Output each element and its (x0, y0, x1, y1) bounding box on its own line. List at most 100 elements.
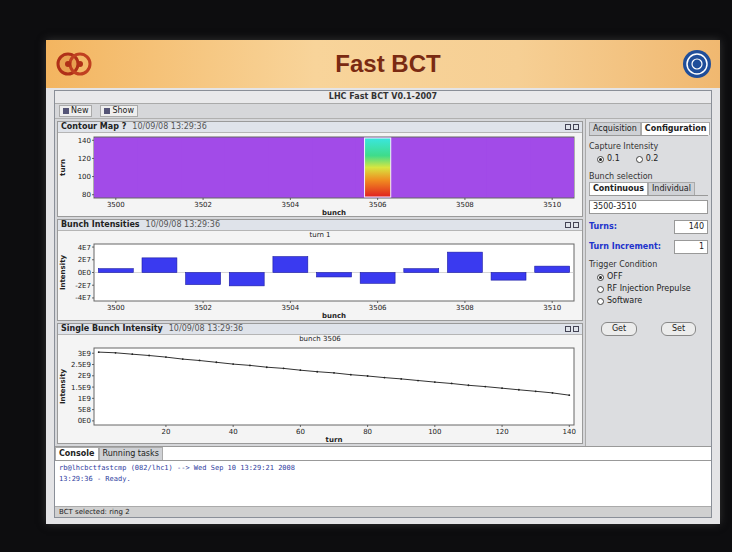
x-tick-label: 3508 (456, 304, 474, 312)
intensity-bar (360, 273, 395, 284)
panel-icons (565, 326, 579, 332)
x-axis-title: turn (326, 436, 343, 443)
x-tick-label: 3508 (456, 201, 474, 209)
data-point (568, 394, 570, 396)
x-tick-label: 3500 (107, 201, 125, 209)
bunch-tab[interactable]: Continuous (589, 182, 648, 195)
tick-mark (92, 285, 94, 286)
x-tick-label: 3510 (543, 304, 561, 312)
intensity-bar (229, 273, 264, 286)
detach-icon[interactable] (565, 222, 571, 228)
maximize-icon[interactable] (573, 222, 579, 228)
data-point (451, 382, 453, 384)
heatmap-cell (487, 138, 531, 197)
tick-mark (92, 353, 94, 354)
config-tab[interactable]: Acquisition (589, 122, 641, 135)
data-point (299, 369, 301, 371)
detach-icon[interactable] (565, 326, 571, 332)
maximize-icon[interactable] (573, 124, 579, 130)
bunch-range-field[interactable]: 3500-3510 (589, 200, 708, 214)
heatmap-cell (225, 138, 269, 197)
maximize-icon[interactable] (573, 326, 579, 332)
toolbar-button[interactable]: Show (100, 105, 138, 117)
plot-column: Contour Map ? 10/09/08 13:29:36 1401201008… (55, 119, 585, 446)
console-output: rb@lhcbctfastcmp (082/lhc1) --> Wed Sep … (55, 461, 711, 487)
radio-button[interactable] (597, 156, 604, 163)
plot-area (94, 348, 574, 425)
config-field-row: Turn Increment: 1 (589, 240, 708, 254)
bunch-tab[interactable]: Individual (648, 182, 695, 195)
tick-mark (233, 425, 234, 427)
bars-chart: 4E72E70E0-2E7-4E735003502350435063508351… (58, 240, 582, 319)
slide: Fast BCT LHC Fast BCT V0.1-2007 NewShow … (46, 40, 720, 524)
button-row: Get Set (589, 322, 708, 336)
tool-icon (104, 108, 110, 114)
field-label: Turn Increment: (589, 242, 661, 252)
panel-icons (565, 124, 579, 130)
heatmap-cell (138, 138, 182, 197)
data-point (417, 379, 419, 381)
radio-label: 0.2 (646, 154, 659, 164)
intensity-bar (186, 273, 221, 285)
y-tick-label: 2.5E9 (71, 361, 91, 369)
toolbar-button[interactable]: New (59, 105, 92, 117)
data-point (400, 378, 402, 380)
panel-subtitle: turn 1 (58, 231, 582, 240)
field-input[interactable]: 1 (674, 240, 708, 254)
config-tab[interactable]: Configuration (641, 122, 711, 135)
tick-mark (115, 301, 116, 303)
trigger-label: Trigger Condition (589, 260, 708, 270)
trigger-option[interactable]: Software (597, 296, 708, 306)
data-point (249, 364, 251, 366)
intensity-bar (98, 269, 133, 273)
intensity-bar (404, 269, 439, 273)
radio-label: RF Injection Prepulse (607, 284, 691, 294)
capture-options: 0.1 0.2 (589, 152, 708, 166)
y-tick-label: 5E8 (78, 406, 91, 414)
heatmap-chart: 14012010080350035023504350635083510bunch… (58, 133, 582, 216)
data-point (232, 363, 234, 365)
y-tick-label: 1.5E9 (71, 383, 91, 391)
y-tick-label: 2E7 (78, 257, 91, 265)
capture-option[interactable]: 0.2 (636, 154, 659, 164)
radio-button[interactable] (636, 156, 643, 163)
set-button[interactable]: Set (661, 322, 696, 336)
y-tick-label: 0E0 (78, 269, 91, 277)
heatmap-cell (269, 138, 313, 197)
console: ConsoleRunning tasksrb@lhcbctfastcmp (08… (55, 446, 711, 506)
console-line: 13:29:36 - Ready. (59, 474, 707, 485)
data-point (283, 367, 285, 369)
data-point (367, 375, 369, 377)
heatmap-cell (365, 138, 391, 197)
intensity-bar (535, 267, 570, 273)
panel-title: Contour Map ? (61, 122, 126, 132)
radio-button[interactable] (597, 298, 604, 305)
y-tick-label: 2E9 (78, 372, 91, 380)
radio-button[interactable] (597, 286, 604, 293)
x-tick-label: 3500 (107, 304, 125, 312)
panel-time: 10/09/08 13:29:36 (146, 220, 220, 230)
console-tab[interactable]: Console (55, 447, 99, 460)
intensity-bar (447, 253, 482, 273)
radio-button[interactable] (597, 274, 604, 281)
tick-mark (300, 425, 301, 427)
data-point (552, 392, 554, 394)
field-input[interactable]: 140 (674, 220, 708, 234)
capture-option[interactable]: 0.1 (597, 154, 620, 164)
chart: 4E72E70E0-2E7-4E735003502350435063508351… (58, 240, 582, 319)
panel-title: Bunch Intensities (61, 220, 140, 230)
trigger-option[interactable]: OFF (597, 272, 708, 282)
trigger-option[interactable]: RF Injection Prepulse (597, 284, 708, 294)
x-tick-label: 3504 (281, 304, 299, 312)
tick-mark (92, 298, 94, 299)
tick-mark (92, 409, 94, 410)
get-button[interactable]: Get (601, 322, 637, 336)
panel-time: 10/09/08 13:29:36 (169, 324, 243, 334)
tick-mark (92, 247, 94, 248)
chart: 14012010080350035023504350635083510bunch… (58, 133, 582, 216)
tick-mark (92, 398, 94, 399)
data-point (131, 353, 133, 355)
heatmap-cell (94, 138, 138, 197)
console-tab[interactable]: Running tasks (99, 447, 163, 460)
detach-icon[interactable] (565, 124, 571, 130)
